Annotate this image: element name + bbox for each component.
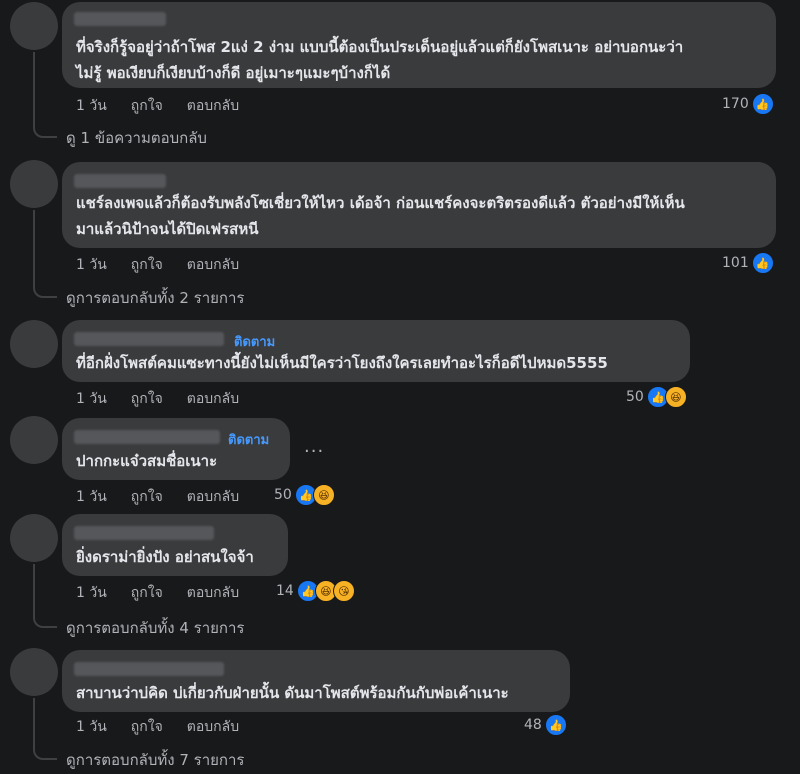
like-icon: 👍 xyxy=(544,714,567,736)
comment-text-line-2: มาแล้วนิป้าจนได้ปิดเฟรสหนี xyxy=(76,220,259,238)
reaction-summary[interactable]: 50 👍 😆 xyxy=(626,386,687,408)
thread-line xyxy=(33,564,57,628)
commenter-name[interactable] xyxy=(74,174,166,188)
care-icon: 😘 xyxy=(332,580,355,602)
view-replies-link[interactable]: ดู 1 ข้อความตอบกลับ xyxy=(66,126,207,150)
reaction-count: 48 xyxy=(524,717,542,733)
like-button[interactable]: ถูกใจ xyxy=(131,719,163,735)
reply-button[interactable]: ตอบกลับ xyxy=(187,98,239,114)
reply-button[interactable]: ตอบกลับ xyxy=(187,257,239,273)
avatar[interactable] xyxy=(10,514,58,562)
comment-actions: 1 วัน ถูกใจ ตอบกลับ xyxy=(76,716,263,738)
reaction-summary[interactable]: 14 👍 😆 😘 xyxy=(276,580,355,602)
avatar[interactable] xyxy=(10,2,58,50)
timestamp[interactable]: 1 วัน xyxy=(76,585,107,601)
haha-icon: 😆 xyxy=(312,484,335,506)
thread-line xyxy=(33,52,57,138)
like-button[interactable]: ถูกใจ xyxy=(131,257,163,273)
timestamp[interactable]: 1 วัน xyxy=(76,257,107,273)
like-button[interactable]: ถูกใจ xyxy=(131,585,163,601)
view-replies-link[interactable]: ดูการตอบกลับทั้ง 4 รายการ xyxy=(66,616,245,640)
comment-bubble: ที่จริงก็รู้จอยู่ว่าถ้าโพส 2แง่ 2 ง่าม แ… xyxy=(62,2,776,88)
like-button[interactable]: ถูกใจ xyxy=(131,391,163,407)
reply-button[interactable]: ตอบกลับ xyxy=(187,489,239,505)
commenter-name[interactable] xyxy=(74,332,224,346)
follow-link[interactable]: ติดตาม xyxy=(228,429,269,450)
reaction-count: 101 xyxy=(722,255,749,271)
comment-bubble: สาบานว่าบ่คิด บ่เกี่ยวกับฝ่ายนั้น ดันมาโ… xyxy=(62,650,570,712)
commenter-name[interactable] xyxy=(74,662,224,676)
avatar[interactable] xyxy=(10,320,58,368)
reaction-summary[interactable]: 101 👍 xyxy=(722,252,774,274)
reaction-summary[interactable]: 50 👍 😆 xyxy=(274,484,335,506)
reply-button[interactable]: ตอบกลับ xyxy=(187,585,239,601)
commenter-name[interactable] xyxy=(74,12,166,26)
comment-text-line-2: ไม่รู้ พอเงียบก็เงียบบ้างก็ดี อยู่เมาะๆแ… xyxy=(76,64,391,82)
comment-actions: 1 วัน ถูกใจ ตอบกลับ xyxy=(76,388,263,410)
commenter-name[interactable] xyxy=(74,430,220,444)
comment-bubble: ยิ่งดราม่ายิ่งปัง อย่าสนใจจ้า xyxy=(62,514,288,576)
comment-text-line-1: แชร์ลงเพจแล้วก็ต้องรับพลังโซเชี่ยวให้ไหว… xyxy=(76,194,685,212)
timestamp[interactable]: 1 วัน xyxy=(76,489,107,505)
commenter-name[interactable] xyxy=(74,526,214,540)
reaction-summary[interactable]: 170 👍 xyxy=(722,93,774,115)
follow-link[interactable]: ติดตาม xyxy=(234,331,275,352)
comment-actions: 1 วัน ถูกใจ ตอบกลับ xyxy=(76,254,263,276)
like-icon: 👍 xyxy=(751,252,774,274)
timestamp[interactable]: 1 วัน xyxy=(76,391,107,407)
thread-line xyxy=(33,210,57,298)
reaction-count: 170 xyxy=(722,96,749,112)
timestamp[interactable]: 1 วัน xyxy=(76,98,107,114)
comment-actions: 1 วัน ถูกใจ ตอบกลับ xyxy=(76,582,263,604)
comment-text-line-1: สาบานว่าบ่คิด บ่เกี่ยวกับฝ่ายนั้น ดันมาโ… xyxy=(76,684,509,702)
reaction-count: 50 xyxy=(274,487,292,503)
avatar[interactable] xyxy=(10,160,58,208)
reply-button[interactable]: ตอบกลับ xyxy=(187,391,239,407)
avatar[interactable] xyxy=(10,416,58,464)
like-button[interactable]: ถูกใจ xyxy=(131,489,163,505)
comment-text-line-1: ปากกะแจ๋วสมชื่อเนาะ xyxy=(76,452,218,470)
comment-text-line-1: ที่อีกฝั่งโพสต์คมแซะทางนี้ยังไม่เห็นมีใค… xyxy=(76,354,608,372)
comment-bubble: ติดตาม ที่อีกฝั่งโพสต์คมแซะทางนี้ยังไม่เ… xyxy=(62,320,690,382)
reaction-count: 50 xyxy=(626,389,644,405)
view-replies-link[interactable]: ดูการตอบกลับทั้ง 2 รายการ xyxy=(66,286,245,310)
comment-actions: 1 วัน ถูกใจ ตอบกลับ xyxy=(76,95,263,117)
reply-button[interactable]: ตอบกลับ xyxy=(187,719,239,735)
reaction-summary[interactable]: 48 👍 xyxy=(524,714,567,736)
thread-line xyxy=(33,698,57,760)
like-icon: 👍 xyxy=(751,93,774,115)
comment-bubble: แชร์ลงเพจแล้วก็ต้องรับพลังโซเชี่ยวให้ไหว… xyxy=(62,162,776,248)
more-options-icon[interactable]: ... xyxy=(304,436,324,457)
comment-text-line-1: ยิ่งดราม่ายิ่งปัง อย่าสนใจจ้า xyxy=(76,548,254,566)
view-replies-link[interactable]: ดูการตอบกลับทั้ง 7 รายการ xyxy=(66,748,245,772)
like-button[interactable]: ถูกใจ xyxy=(131,98,163,114)
comment-bubble: ติดตาม ปากกะแจ๋วสมชื่อเนาะ xyxy=(62,418,290,480)
haha-icon: 😆 xyxy=(664,386,687,408)
comment-text-line-1: ที่จริงก็รู้จอยู่ว่าถ้าโพส 2แง่ 2 ง่าม แ… xyxy=(76,38,684,56)
timestamp[interactable]: 1 วัน xyxy=(76,719,107,735)
comment-actions: 1 วัน ถูกใจ ตอบกลับ xyxy=(76,486,263,508)
reaction-count: 14 xyxy=(276,583,294,599)
avatar[interactable] xyxy=(10,648,58,696)
